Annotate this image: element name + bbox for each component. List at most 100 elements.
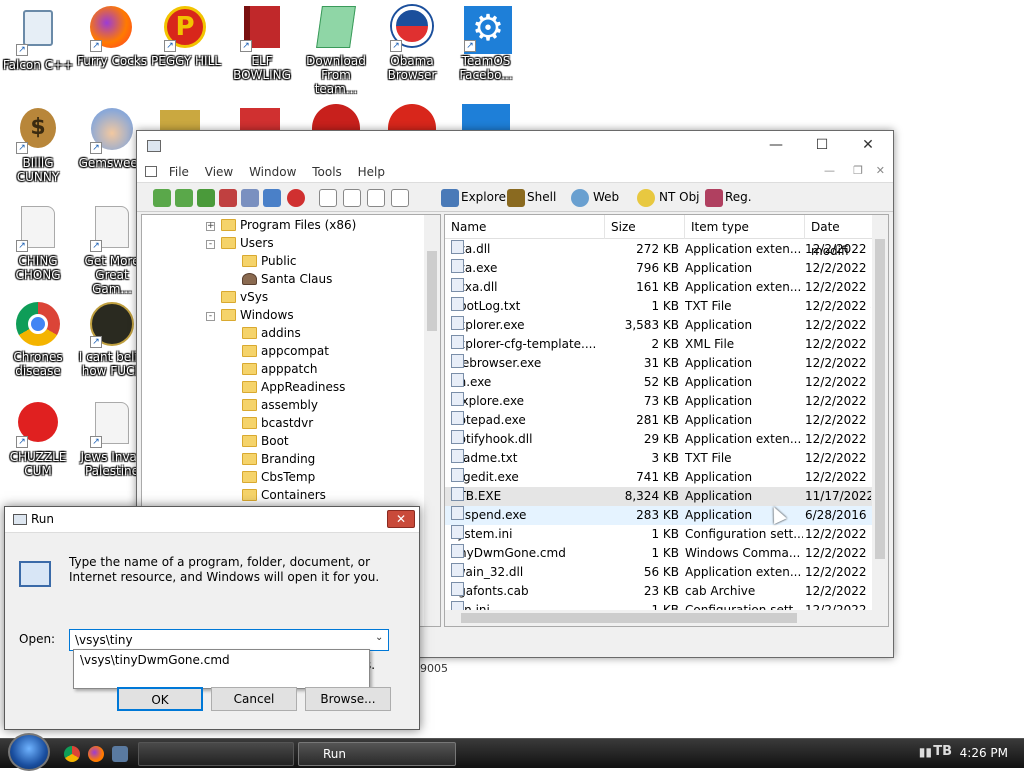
desktop-icon-chrome[interactable]: Chrones disease <box>0 302 76 378</box>
expand-toggle-icon[interactable]: - <box>206 240 215 249</box>
list-vscrollbar[interactable] <box>872 215 888 612</box>
home-icon[interactable] <box>219 189 237 207</box>
file-row[interactable]: suspend.exe 283 KB Application 6/28/2016 3 <box>445 506 875 525</box>
menu-view[interactable]: View <box>199 161 239 183</box>
run-close-button[interactable]: ✕ <box>387 510 415 528</box>
tree-item[interactable]: Boot <box>242 432 289 450</box>
file-row[interactable]: iexplore.exe 73 KB Application 12/2/2022 3 <box>445 392 875 411</box>
computer-icon[interactable] <box>112 746 128 762</box>
run-open-input[interactable]: \vsys\tiny <box>69 629 389 651</box>
autocomplete-list[interactable]: \vsys\tinyDwmGone.cmd <box>73 649 370 689</box>
search-icon[interactable] <box>241 189 259 207</box>
list-hscrollbar-thumb[interactable] <box>461 613 797 623</box>
view-icon[interactable] <box>319 189 337 207</box>
tree-item[interactable]: addins <box>242 324 301 342</box>
tree-item[interactable]: appcompat <box>242 342 329 360</box>
tree-item[interactable]: AppReadiness <box>242 378 345 396</box>
mdi-close-icon[interactable]: ✕ <box>876 164 885 177</box>
column-name[interactable]: Name <box>445 215 605 239</box>
tree-item[interactable]: - Windows <box>206 306 294 324</box>
file-row[interactable]: tinyDwmGone.cmd 1 KB Windows Comma... 12/2/… <box>445 544 875 563</box>
taskbar-run-button[interactable]: Run <box>298 742 456 766</box>
file-row[interactable]: twain_32.dll 56 KB Application exten... 12/… <box>445 563 875 582</box>
tree-item[interactable]: + Program Files (x86) <box>206 216 356 234</box>
desktop-icon-falcon[interactable]: ↗ Falcon C++ <box>0 6 76 72</box>
autocomplete-item[interactable]: \vsys\tinyDwmGone.cmd <box>80 653 363 667</box>
start-button[interactable] <box>8 733 50 771</box>
file-row[interactable]: 7za.exe 796 KB Application 12/2/2022 3 <box>445 259 875 278</box>
list-hscrollbar[interactable] <box>445 610 888 626</box>
tree-item[interactable]: - Users <box>206 234 274 252</box>
tree-item[interactable]: Santa Claus <box>242 270 332 288</box>
file-row[interactable]: filebrowser.exe 31 KB Application 12/2/2022… <box>445 354 875 373</box>
tree-item[interactable]: CbsTemp <box>242 468 315 486</box>
tree-item[interactable]: Containers <box>242 486 326 504</box>
desktop-icon-obama[interactable]: ↗ Obama Browser <box>374 6 450 82</box>
file-row[interactable]: 7zxa.dll 161 KB Application exten... 12/2/2… <box>445 278 875 297</box>
file-row[interactable]: 7za.dll 272 KB Application exten... 12/2/20… <box>445 240 875 259</box>
menu-help[interactable]: Help <box>352 161 391 183</box>
stop-icon[interactable] <box>287 189 305 207</box>
close-button[interactable]: ✕ <box>845 131 891 161</box>
file-row[interactable]: readme.txt 3 KB TXT File 12/2/2022 3 <box>445 449 875 468</box>
explore-button[interactable]: Explore <box>461 190 506 204</box>
desktop-icon-billig[interactable]: $ ↗ BIlllG CUNNY <box>0 108 76 184</box>
tree-item[interactable]: bcastdvr <box>242 414 313 432</box>
desktop-icon-peggy[interactable]: P ↗ PEGGY HILL <box>148 6 224 68</box>
file-row[interactable]: BootLog.txt 1 KB TXT File 12/2/2022 4 <box>445 297 875 316</box>
file-row[interactable]: explorer-cfg-template.... 2 KB XML File 12/… <box>445 335 875 354</box>
shell-button[interactable]: Shell <box>527 190 556 204</box>
menu-window[interactable]: Window <box>243 161 302 183</box>
dropdown-chevron-icon[interactable]: ⌄ <box>375 632 383 643</box>
tree-scrollbar-thumb[interactable] <box>427 251 437 331</box>
cancel-button[interactable]: Cancel <box>211 687 297 711</box>
view-icon[interactable] <box>367 189 385 207</box>
web-button[interactable]: Web <box>593 190 619 204</box>
ok-button[interactable]: OK <box>117 687 203 711</box>
file-list[interactable]: Name Size Item type Date modifi 7za.dll 2… <box>444 214 889 627</box>
tree-item[interactable]: apppatch <box>242 360 317 378</box>
tree-item[interactable]: vSys <box>206 288 268 306</box>
file-row[interactable]: notifyhook.dll 29 KB Application exten... 1… <box>445 430 875 449</box>
list-vscrollbar-thumb[interactable] <box>875 239 885 559</box>
maximize-button[interactable]: ☐ <box>799 131 845 161</box>
forward-icon[interactable] <box>175 189 193 207</box>
refresh-icon[interactable] <box>263 189 281 207</box>
desktop-icon-chuzzle[interactable]: ↗ CHUZZLE CUM <box>0 402 76 478</box>
browse-button[interactable]: Browse... <box>305 687 391 711</box>
expand-toggle-icon[interactable]: - <box>206 312 215 321</box>
firefox-icon[interactable] <box>88 746 104 762</box>
tree-scrollbar[interactable] <box>424 215 440 626</box>
taskbar-explorer-button[interactable] <box>138 742 294 766</box>
file-row[interactable]: system.ini 1 KB Configuration sett... 12/2/… <box>445 525 875 544</box>
tree-item[interactable]: Branding <box>242 450 315 468</box>
desktop-icon-furry[interactable]: ↗ Furry Cocks <box>74 6 150 68</box>
file-row[interactable]: regedit.exe 741 KB Application 12/2/2022 3 <box>445 468 875 487</box>
expand-toggle-icon[interactable]: + <box>206 222 215 231</box>
desktop-icon-download[interactable]: Download From team... <box>298 6 374 96</box>
minimize-button[interactable]: — <box>753 131 799 161</box>
menu-file[interactable]: File <box>163 161 195 183</box>
mdi-minimize-icon[interactable]: — <box>824 164 835 177</box>
desktop-icon-ching[interactable]: ↗ CHING CHONG <box>0 206 76 282</box>
back-icon[interactable] <box>153 189 171 207</box>
file-row[interactable]: explorer.exe 3,583 KB Application 12/2/2022… <box>445 316 875 335</box>
volume-icon[interactable]: ▮▮ <box>919 745 932 759</box>
run-titlebar[interactable]: Run ✕ <box>5 507 419 533</box>
run-dialog[interactable]: Run ✕ Type the name of a program, folder… <box>4 506 420 730</box>
view-icon[interactable] <box>391 189 409 207</box>
desktop-icon-elf[interactable]: ↗ ELF BOWLING <box>224 6 300 82</box>
file-row[interactable]: notepad.exe 281 KB Application 12/2/2022 3 <box>445 411 875 430</box>
file-row[interactable]: hh.exe 52 KB Application 12/2/2022 3 <box>445 373 875 392</box>
ntobj-button[interactable]: NT Obj <box>659 190 700 204</box>
tray-app-icon[interactable]: TB <box>933 744 952 759</box>
tree-item[interactable]: assembly <box>242 396 318 414</box>
mdi-restore-icon[interactable]: ❐ <box>853 164 863 177</box>
column-size[interactable]: Size <box>605 215 685 239</box>
column-type[interactable]: Item type <box>685 215 805 239</box>
tree-item[interactable]: Public <box>242 252 297 270</box>
up-icon[interactable] <box>197 189 215 207</box>
menu-tools[interactable]: Tools <box>306 161 348 183</box>
reg-button[interactable]: Reg. <box>725 190 752 204</box>
explorer-titlebar[interactable]: — ☐ ✕ <box>137 131 893 161</box>
